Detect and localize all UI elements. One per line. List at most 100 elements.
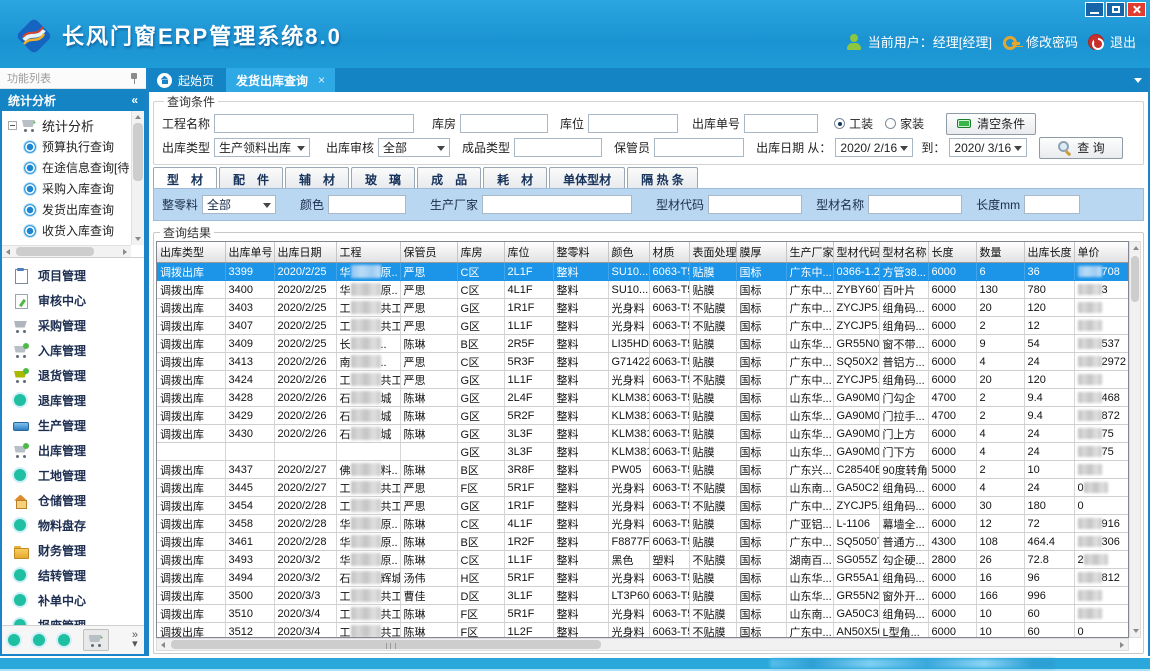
more-modules-button[interactable]: »▾ xyxy=(132,631,138,649)
column-header[interactable]: 膜厚 xyxy=(736,242,786,263)
tree-collapse-icon[interactable] xyxy=(8,121,17,130)
sidebar-item[interactable]: 退库管理 xyxy=(2,388,144,413)
table-row[interactable]: 调拨出库34002020/2/25华原..严思C区4L1F整料SU10...60… xyxy=(157,281,1129,299)
table-vertical-scrollbar[interactable] xyxy=(1129,241,1141,638)
table-row[interactable]: 调拨出库34242020/2/26工共工程严思G区1L1F整料光身料6063-T… xyxy=(157,371,1129,389)
scroll-up-icon[interactable] xyxy=(1133,246,1139,250)
collapse-icon[interactable]: « xyxy=(131,93,138,107)
sidebar-item[interactable]: 报废管理 xyxy=(2,613,144,625)
column-header[interactable]: 生产厂家 xyxy=(786,242,833,263)
table-row[interactable]: 调拨出库34292020/2/26石城陈琳G区5R2F整料KLM38176063… xyxy=(157,407,1129,425)
table-row[interactable]: 调拨出库34372020/2/27佛料..陈琳B区3R8F整料PW056063-… xyxy=(157,461,1129,479)
table-row[interactable]: 调拨出库35102020/3/4工共工程陈琳F区5R1F整料光身料6063-T5… xyxy=(157,605,1129,623)
tree-item[interactable]: 收货入库查询 xyxy=(8,220,131,241)
material-tab[interactable]: 玻 璃 xyxy=(351,167,415,188)
table-row[interactable]: 调拨出库34612020/2/28华原..陈琳B区1R2F整料F8877FT60… xyxy=(157,533,1129,551)
module-shortcut-icon[interactable] xyxy=(33,634,45,646)
clear-conditions-button[interactable]: 清空条件 xyxy=(946,113,1036,135)
date-from-picker[interactable]: 2020/ 2/16 xyxy=(835,138,913,157)
location-input[interactable] xyxy=(588,114,678,133)
material-tab[interactable]: 辅 材 xyxy=(285,167,349,188)
sidebar-item[interactable]: 工地管理 xyxy=(2,463,144,488)
whole-part-select[interactable]: 全部 xyxy=(202,195,276,214)
profile-code-input[interactable] xyxy=(708,195,802,214)
table-row[interactable]: 调拨出库34452020/2/27工共工程严思F区5R1F整料光身料6063-T… xyxy=(157,479,1129,497)
color-input[interactable] xyxy=(328,195,406,214)
column-header[interactable]: 出库类型 xyxy=(157,242,225,263)
logout-button[interactable]: 退出 xyxy=(1088,32,1136,51)
column-header[interactable]: 保管员 xyxy=(400,242,457,263)
maximize-button[interactable] xyxy=(1106,2,1125,17)
section-header[interactable]: 统计分析 « xyxy=(0,89,146,111)
tab-list-caret-icon[interactable] xyxy=(1134,78,1142,83)
change-password-button[interactable]: 修改密码 xyxy=(1002,32,1078,51)
table-row[interactable]: 调拨出库34542020/2/28工共工程严思G区1R1F整料光身料6063-T… xyxy=(157,497,1129,515)
profile-name-input[interactable] xyxy=(868,195,962,214)
tree-item[interactable]: 预算执行查询 xyxy=(8,136,131,157)
material-tab[interactable]: 隔 热 条 xyxy=(627,167,698,188)
table-row[interactable]: 调拨出库34582020/2/28华原..陈琳C区4L1F整料光身料6063-T… xyxy=(157,515,1129,533)
column-header[interactable]: 库位 xyxy=(504,242,553,263)
sidebar-item[interactable]: 出库管理 xyxy=(2,438,144,463)
tree-hscroll-thumb[interactable] xyxy=(16,247,94,256)
date-to-picker[interactable]: 2020/ 3/16 xyxy=(949,138,1027,157)
search-button[interactable]: 查 询 xyxy=(1039,137,1123,159)
table-row[interactable]: 调拨出库34132020/2/26南..严思C区5R3F整料G714226063… xyxy=(157,353,1129,371)
scroll-down-icon[interactable] xyxy=(1133,629,1139,633)
table-row[interactable]: 调拨出库34032020/2/25工共工程严思G区1R1F整料光身料6063-T… xyxy=(157,299,1129,317)
product-type-input[interactable] xyxy=(514,138,602,157)
cart-shortcut-button[interactable] xyxy=(83,629,109,651)
module-shortcut-icon[interactable] xyxy=(58,634,70,646)
project-name-input[interactable] xyxy=(214,114,414,133)
scroll-up-icon[interactable] xyxy=(135,115,141,119)
factory-input[interactable] xyxy=(482,195,632,214)
column-header[interactable]: 工程 xyxy=(336,242,400,263)
tree-vertical-scrollbar[interactable] xyxy=(131,111,144,245)
sidebar-item[interactable]: 项目管理 xyxy=(2,263,144,288)
column-header[interactable]: 材质 xyxy=(649,242,689,263)
material-tab[interactable]: 耗 材 xyxy=(483,167,547,188)
tab-close-icon[interactable]: × xyxy=(318,73,325,87)
audit-select[interactable]: 全部 xyxy=(378,138,450,157)
table-horizontal-scrollbar[interactable] xyxy=(156,638,1129,651)
column-header[interactable]: 长度 xyxy=(928,242,976,263)
scroll-down-icon[interactable] xyxy=(135,237,141,241)
table-vscroll-thumb[interactable] xyxy=(1131,256,1139,302)
scroll-left-icon[interactable] xyxy=(161,642,165,648)
column-header[interactable]: 整零料 xyxy=(553,242,608,263)
column-header[interactable]: 库房 xyxy=(457,242,504,263)
table-row[interactable]: G区3L3F整料KLM38176063-T5贴膜国标山东华...GA90M09.… xyxy=(157,443,1129,461)
table-row[interactable]: 调拨出库34932020/3/2华原..陈琳C区1L1F整料黑色塑料不贴膜国标湖… xyxy=(157,551,1129,569)
table-row[interactable]: 调拨出库34072020/2/25工共工程严思G区1L1F整料光身料6063-T… xyxy=(157,317,1129,335)
sidebar-item[interactable]: 审核中心 xyxy=(2,288,144,313)
radio-jiazhuang[interactable]: 家装 xyxy=(885,115,924,132)
order-no-input[interactable] xyxy=(744,114,818,133)
table-row[interactable]: 调拨出库34942020/3/2石辉城汤伟H区5R1F整料光身料6063-T5贴… xyxy=(157,569,1129,587)
table-row[interactable]: 调拨出库34092020/2/25长..陈琳B区2R5F整料LI35HD6063… xyxy=(157,335,1129,353)
table-row[interactable]: 调拨出库33992020/2/25华原..严思C区2L1F整料SU10...60… xyxy=(157,263,1129,281)
pin-icon[interactable] xyxy=(129,72,139,84)
sidebar-item[interactable]: 仓储管理 xyxy=(2,488,144,513)
tab-home[interactable]: 起始页 xyxy=(149,68,226,92)
column-header[interactable]: 型材名称 xyxy=(879,242,928,263)
column-header[interactable]: 表面处理 xyxy=(689,242,736,263)
keeper-input[interactable] xyxy=(654,138,744,157)
sidebar-item[interactable]: 生产管理 xyxy=(2,413,144,438)
tab-shipment-outbound-query[interactable]: 发货出库查询 × xyxy=(226,68,335,92)
scroll-right-icon[interactable] xyxy=(123,249,127,255)
warehouse-input[interactable] xyxy=(460,114,548,133)
table-row[interactable]: 调拨出库34282020/2/26石城陈琳G区2L4F整料KLM38176063… xyxy=(157,389,1129,407)
table-hscroll-thumb[interactable] xyxy=(171,640,601,649)
column-header[interactable]: 数量 xyxy=(976,242,1024,263)
scroll-right-icon[interactable] xyxy=(1120,642,1124,648)
sidebar-item[interactable]: 补单中心 xyxy=(2,588,144,613)
column-header[interactable]: 单价 xyxy=(1074,242,1129,263)
column-header[interactable]: 出库单号 xyxy=(225,242,274,263)
tree-root[interactable]: 统计分析 xyxy=(8,114,131,136)
module-shortcut-icon[interactable] xyxy=(8,634,20,646)
radio-gongzhuang[interactable]: 工装 xyxy=(834,115,873,132)
column-header[interactable]: 出库日期 xyxy=(274,242,336,263)
sidebar-item[interactable]: 退货管理 xyxy=(2,363,144,388)
close-button[interactable] xyxy=(1127,2,1146,17)
material-tab[interactable]: 单体型材 xyxy=(549,167,625,188)
